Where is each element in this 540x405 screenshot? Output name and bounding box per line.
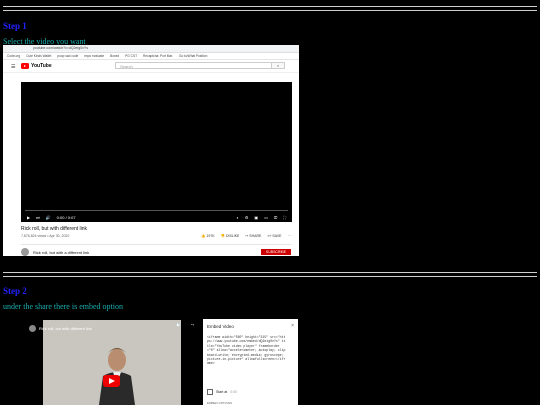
like-button[interactable]: 👍 197K: [201, 234, 215, 238]
video-actions: 👍 197K 👎 DISLIKE ↪ SHARE ≡+ SAVE ⋯: [201, 234, 291, 238]
start-at-checkbox[interactable]: [207, 389, 213, 395]
bookmark-item[interactable]: Go to/What Position: [179, 53, 207, 59]
video-meta: 7,876,824 views • Apr 30, 2020: [21, 234, 70, 238]
volume-icon[interactable]: 🔊: [46, 215, 51, 220]
video-player[interactable]: ▶ ⏭ 🔊 0:00 / 0:07 ◐ ⚙ ▣ ▭ ⎚ ⛶: [21, 82, 292, 222]
channel-row: Rick roll, but with a different link: [21, 248, 89, 256]
share-icon[interactable]: ↪: [191, 323, 194, 327]
video-title: Rick roll, but with different link: [39, 326, 92, 331]
settings-gear-icon[interactable]: ⚙: [245, 215, 249, 220]
save-button[interactable]: ≡+ SAVE: [267, 234, 281, 238]
autoplay-toggle[interactable]: ◐: [236, 215, 238, 220]
start-at-value: 0:00: [230, 390, 238, 394]
hamburger-menu-icon[interactable]: ☰: [11, 64, 15, 70]
search-placeholder: Search: [120, 64, 133, 69]
bookmark-item[interactable]: Boxed: [110, 53, 119, 59]
search-input[interactable]: Search ⌕: [115, 62, 285, 69]
person-image: [99, 348, 135, 405]
watch-later-icon[interactable]: 🕑: [176, 323, 180, 327]
more-icon[interactable]: ⋯: [288, 234, 292, 238]
divider: [3, 10, 537, 11]
player-controls: ▶ ⏭ 🔊 0:00 / 0:07 ◐ ⚙ ▣ ▭ ⎚ ⛶: [21, 212, 292, 222]
step-1-heading: Step 1: [3, 21, 27, 31]
bookmark-item[interactable]: PG CST: [125, 53, 137, 59]
divider: [21, 244, 291, 245]
theater-icon[interactable]: ▭: [264, 215, 268, 220]
divider: [3, 272, 537, 273]
browser-chrome: youtube.com/watch?v=dQ2eig0vYs: [3, 45, 299, 53]
bookmark-item[interactable]: expo evaluate: [84, 53, 104, 59]
address-bar[interactable]: youtube.com/watch?v=dQ2eig0vYs: [33, 46, 213, 51]
video-thumbnail[interactable]: [43, 320, 181, 405]
start-at-option[interactable]: Start at 0:00: [207, 389, 237, 395]
next-icon[interactable]: ⏭: [36, 215, 40, 220]
video-title: Rick roll, but with different link: [21, 226, 88, 232]
step-2-description: under the share there is embed option: [3, 302, 123, 311]
divider: [3, 276, 537, 277]
fullscreen-icon[interactable]: ⛶: [283, 215, 286, 220]
close-icon[interactable]: ×: [291, 323, 294, 329]
share-button[interactable]: ↪ SHARE: [245, 234, 261, 238]
time-display: 0:00 / 0:07: [56, 214, 76, 220]
start-at-label: Start at: [216, 390, 228, 394]
channel-name[interactable]: Rick roll, but with a different link: [33, 250, 89, 255]
subscribe-button[interactable]: SUBSCRIBE: [261, 249, 291, 255]
play-icon[interactable]: ▶: [27, 215, 30, 220]
dislike-button[interactable]: 👎 DISLIKE: [221, 234, 240, 238]
youtube-screenshot: youtube.com/watch?v=dQ2eig0vYs Code.org C…: [3, 45, 299, 256]
bookmark-item[interactable]: poop sad code: [57, 53, 78, 59]
embed-screenshot: Rick roll, but with different link 🕑 ↪ E…: [3, 312, 299, 405]
avatar[interactable]: [21, 248, 29, 256]
avatar[interactable]: [29, 325, 36, 332]
embed-dialog-title: Embed Video: [207, 324, 234, 329]
video-title-row: Rick roll, but with different link: [29, 325, 92, 332]
divider: [3, 6, 537, 7]
miniplayer-icon[interactable]: ▣: [254, 215, 258, 220]
youtube-logo[interactable]: YouTube: [21, 63, 52, 69]
search-icon[interactable]: ⌕: [271, 63, 284, 68]
youtube-header: ☰ YouTube Search ⌕: [3, 60, 299, 73]
bookmark-item[interactable]: Recaptcha: Port Mar.: [143, 53, 173, 59]
embed-options-label: EMBED OPTIONS: [207, 401, 233, 405]
progress-bar[interactable]: [25, 210, 288, 211]
bookmark-item[interactable]: Cute Kinds Wallet: [26, 53, 51, 59]
youtube-logo-text: YouTube: [31, 63, 52, 69]
bookmark-item[interactable]: Code.org: [7, 53, 20, 59]
youtube-play-icon: [21, 63, 29, 69]
embed-dialog: Embed Video × <iframe width="560" height…: [203, 319, 298, 405]
step-2-heading: Step 2: [3, 286, 27, 296]
cast-icon[interactable]: ⎚: [274, 215, 277, 220]
bookmarks-bar: Code.org Cute Kinds Wallet poop sad code ex…: [3, 53, 299, 60]
play-button-icon[interactable]: [103, 375, 120, 387]
embed-code-textarea[interactable]: <iframe width="560" height="315" src="ht…: [207, 335, 287, 366]
